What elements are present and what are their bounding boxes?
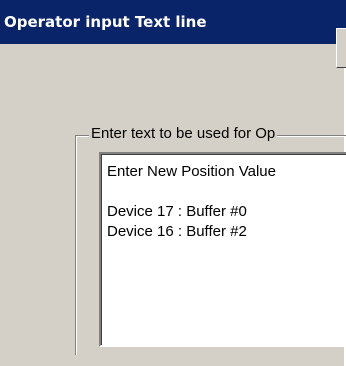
operator-text-input[interactable]: Enter New Position Value Device 17 : Buf…: [99, 152, 346, 347]
text-line-device-17: Device 17 : Buffer #0: [107, 203, 247, 220]
window-title: Operator input Text line: [0, 0, 346, 44]
text-line-device-16: Device 16 : Buffer #2: [107, 223, 247, 240]
groupbox-label: Enter text to be used for Op: [89, 123, 278, 145]
dialog-button[interactable]: [336, 28, 346, 68]
operator-input-dialog: Operator input Text line Enter text to b…: [0, 0, 346, 366]
text-line-prompt: Enter New Position Value: [107, 163, 276, 180]
